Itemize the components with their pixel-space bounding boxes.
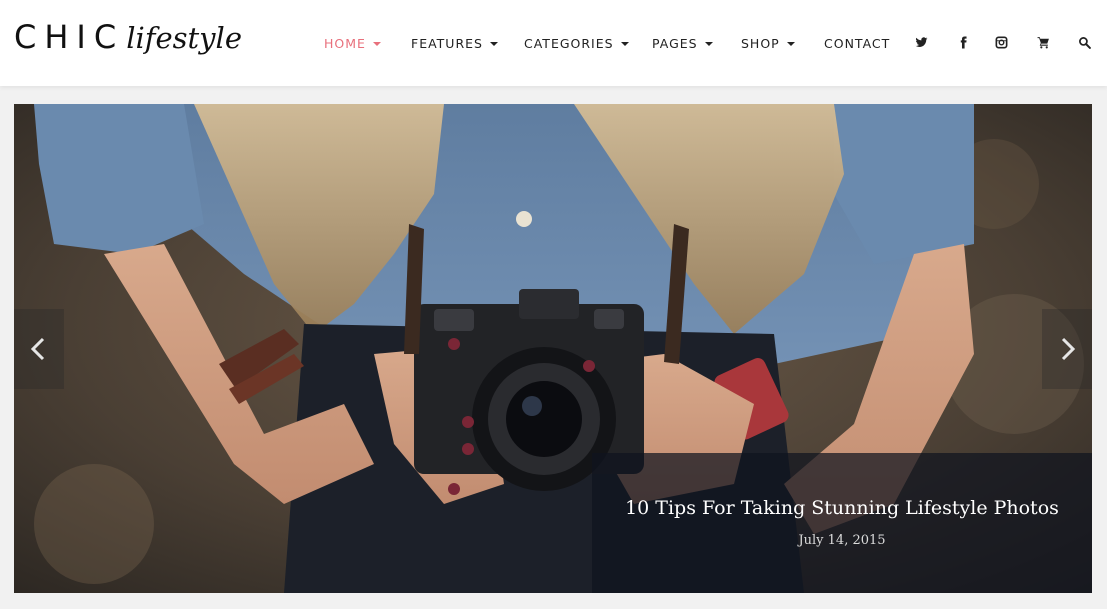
nav-label: CATEGORIES (524, 36, 614, 51)
nav-label: SHOP (741, 36, 780, 51)
slider-prev-button[interactable] (14, 309, 64, 389)
nav-label: FEATURES (411, 36, 483, 51)
slide-date: July 14, 2015 (798, 533, 886, 548)
slide-title[interactable]: 10 Tips For Taking Stunning Lifestyle Ph… (592, 497, 1092, 519)
slider-next-button[interactable] (1042, 309, 1092, 389)
nav-label: HOME (324, 36, 366, 51)
cart-icon[interactable] (1037, 36, 1053, 52)
nav-label: CONTACT (824, 36, 891, 51)
search-icon[interactable] (1078, 36, 1094, 52)
caret-down-icon (704, 42, 713, 46)
featured-slider: 10 Tips For Taking Stunning Lifestyle Ph… (14, 104, 1092, 593)
nav-item-features[interactable]: FEATURES (411, 36, 498, 51)
caret-down-icon (620, 42, 629, 46)
chevron-right-icon (1061, 337, 1076, 361)
nav-item-shop[interactable]: SHOP (741, 36, 795, 51)
nav-label: PAGES (652, 36, 698, 51)
main-nav: HOME FEATURES CATEGORIES PAGES SHOP CONT… (0, 36, 1107, 56)
site-header: CHIClifestyle HOME FEATURES CATEGORIES P… (0, 0, 1107, 86)
caret-down-icon (372, 42, 381, 46)
nav-item-home[interactable]: HOME (324, 36, 381, 51)
instagram-icon[interactable] (995, 36, 1011, 52)
chevron-left-icon (30, 337, 45, 361)
facebook-icon[interactable] (957, 36, 973, 52)
caret-down-icon (489, 42, 498, 46)
nav-item-contact[interactable]: CONTACT (824, 36, 890, 51)
caret-down-icon (786, 42, 795, 46)
nav-item-pages[interactable]: PAGES (652, 36, 713, 51)
twitter-icon[interactable] (915, 36, 931, 52)
slide-caption: 10 Tips For Taking Stunning Lifestyle Ph… (592, 453, 1092, 593)
nav-item-categories[interactable]: CATEGORIES (524, 36, 629, 51)
